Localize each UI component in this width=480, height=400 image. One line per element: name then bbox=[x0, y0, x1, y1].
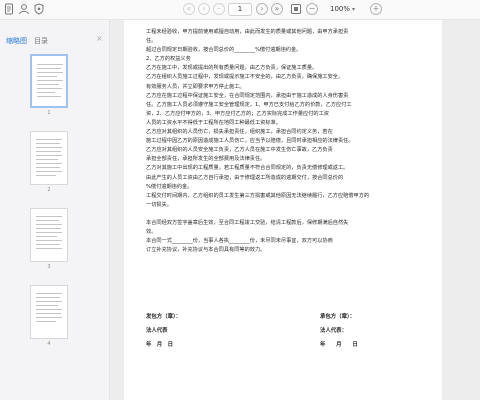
party-a-date: 年 月 日 bbox=[146, 342, 173, 348]
document-viewer[interactable]: 工程未经验收，甲方提前使用或擅自动用，由此而发生的质量或其他问题，由甲方承担责任… bbox=[110, 20, 480, 400]
page-thumbnail-1[interactable] bbox=[30, 54, 68, 108]
tab-thumbnails[interactable]: 缩略图 bbox=[6, 36, 27, 46]
previous-page-button[interactable]: ‹ bbox=[198, 3, 210, 15]
shield-icon[interactable] bbox=[33, 3, 45, 15]
document-line: 施工过程中因乙方的原因造成施工人员伤亡，应当予以赔偿，且同时承担相应的法律责任。 bbox=[146, 138, 354, 145]
document-line: 人员的工资水平不得低于工程所在地同工种最低工资标准。 bbox=[146, 119, 281, 126]
party-a-label: 发包方（章）： bbox=[146, 314, 182, 320]
party-a-representative: 法人代表 bbox=[146, 328, 168, 334]
document-line: 资，2、乙方应付甲方的，3、甲方应付乙方的；乙方实际完成工作量应付的工资 bbox=[146, 110, 329, 117]
toolbar: « ‹ – 1 › » − 100% ▾ + bbox=[0, 0, 480, 20]
tab-outline[interactable]: 目录 bbox=[34, 36, 48, 46]
document-line: %偿付逾期违约金。 bbox=[146, 183, 193, 190]
document-line: 本合同一式________份，当事人各执________份，未尽同未尽事宜，双方… bbox=[146, 238, 333, 245]
document-line: 承担全部责任，承担所发生的全部费用及法律责任。 bbox=[146, 156, 266, 163]
close-icon[interactable]: × bbox=[96, 34, 103, 43]
page-number-label: 3 bbox=[47, 264, 51, 270]
zoom-in-button[interactable]: + bbox=[370, 3, 382, 15]
document-line: 工程交付时间期内，乙方组织的员工发生第三方损害或其他原因无法继续履行，乙方应赔偿… bbox=[146, 192, 370, 199]
last-page-button[interactable]: » bbox=[271, 3, 283, 15]
document-line: 本合同经双方签字盖章后生效，至合同工程竣工交验，结清工程款后，保修期满后自然失 bbox=[146, 219, 349, 226]
page-thumbnail-4[interactable] bbox=[30, 285, 68, 339]
document-line: 乙方应对其组织的人员伤亡，损失承担责任，组织施工，承担合同约定义务，若在 bbox=[146, 129, 333, 136]
document-line: 一切损失。 bbox=[146, 201, 172, 208]
page-number-label: 1 bbox=[47, 110, 51, 116]
page-number-label: 4 bbox=[47, 341, 51, 347]
document-line: 有效服务人员，并立即要求甲方停止施工。 bbox=[146, 83, 245, 90]
party-b-date: 年 月 日 bbox=[320, 342, 358, 348]
page-number-label: 2 bbox=[47, 187, 51, 193]
document-line: 乙方应对其组织的人员安全施工负责，乙方人员在施工中发生伤亡事故，乙方负责 bbox=[146, 147, 333, 154]
zoom-select[interactable]: 100% ▾ bbox=[330, 3, 368, 16]
zoom-out-button[interactable]: − bbox=[306, 3, 318, 15]
document-line: 工程未经验收，甲方提前使用或擅自动用，由此而发生的质量或其他问题，由甲方承担责 bbox=[146, 29, 349, 35]
document-line: 乙方在组织人员施工过程中，发现或提示施工不安全的，由乙方负责，确保施工安全。 bbox=[146, 74, 344, 81]
document-page: 工程未经验收，甲方提前使用或擅自动用，由此而发生的质量或其他问题，由甲方承担责任… bbox=[124, 20, 442, 400]
page-number-input[interactable]: 1 bbox=[228, 3, 252, 16]
document-line: 2、乙方的权益义务 bbox=[146, 56, 191, 63]
party-b-label: 承包方（章）： bbox=[320, 314, 356, 320]
user-icon[interactable] bbox=[18, 3, 30, 15]
previous-button[interactable]: – bbox=[213, 3, 225, 15]
next-page-button[interactable]: › bbox=[256, 3, 268, 15]
fit-page-icon[interactable] bbox=[290, 3, 302, 15]
document-line: 乙方应在施工过程中保证施工安全，在合同规定范围内，承担由于施工造成的人身伤害责 bbox=[146, 92, 349, 99]
document-line: 订立补充协议，补充协议与本合同具有同等的效力。 bbox=[146, 247, 266, 254]
document-line: 乙方在施工中，发现或提出的所有质量问题，由乙方负责，保证施工质量。 bbox=[146, 65, 318, 72]
document-icon[interactable] bbox=[3, 3, 15, 15]
thumbnail-sidebar: 缩略图 目录 × 1 2 3 4 bbox=[0, 20, 110, 400]
party-b-representative: 法人代表： bbox=[320, 328, 347, 334]
chevron-down-icon: ▾ bbox=[352, 6, 356, 13]
first-page-button[interactable]: « bbox=[183, 3, 195, 15]
page-thumbnail-2[interactable] bbox=[30, 131, 68, 185]
page-thumbnail-3[interactable] bbox=[30, 208, 68, 262]
document-line: 超过合同规定日期验收，按合同总价的________%偿付逾期违约金。 bbox=[146, 47, 302, 54]
zoom-value: 100% bbox=[330, 5, 351, 13]
document-line: 任。 bbox=[146, 38, 157, 45]
document-line: 乙方对其施工中出现的工程质量，若工程质量不符合合同规定的，负责无偿修理或返工。 bbox=[146, 165, 349, 172]
document-line: 效。 bbox=[146, 229, 157, 236]
document-line: 任。乙方施工人员必须遵守施工安全管理规定，1、甲方已支付给乙方的价款，乙方应付工 bbox=[146, 101, 352, 108]
contract-body-text: 工程未经验收，甲方提前使用或擅自动用，由此而发生的质量或其他问题，由甲方承担责任… bbox=[146, 28, 422, 255]
document-line: 由此产生的人员工资由乙方自行承担，由于修理返工所造成的逾期交付，按合同总价的 bbox=[146, 174, 344, 181]
